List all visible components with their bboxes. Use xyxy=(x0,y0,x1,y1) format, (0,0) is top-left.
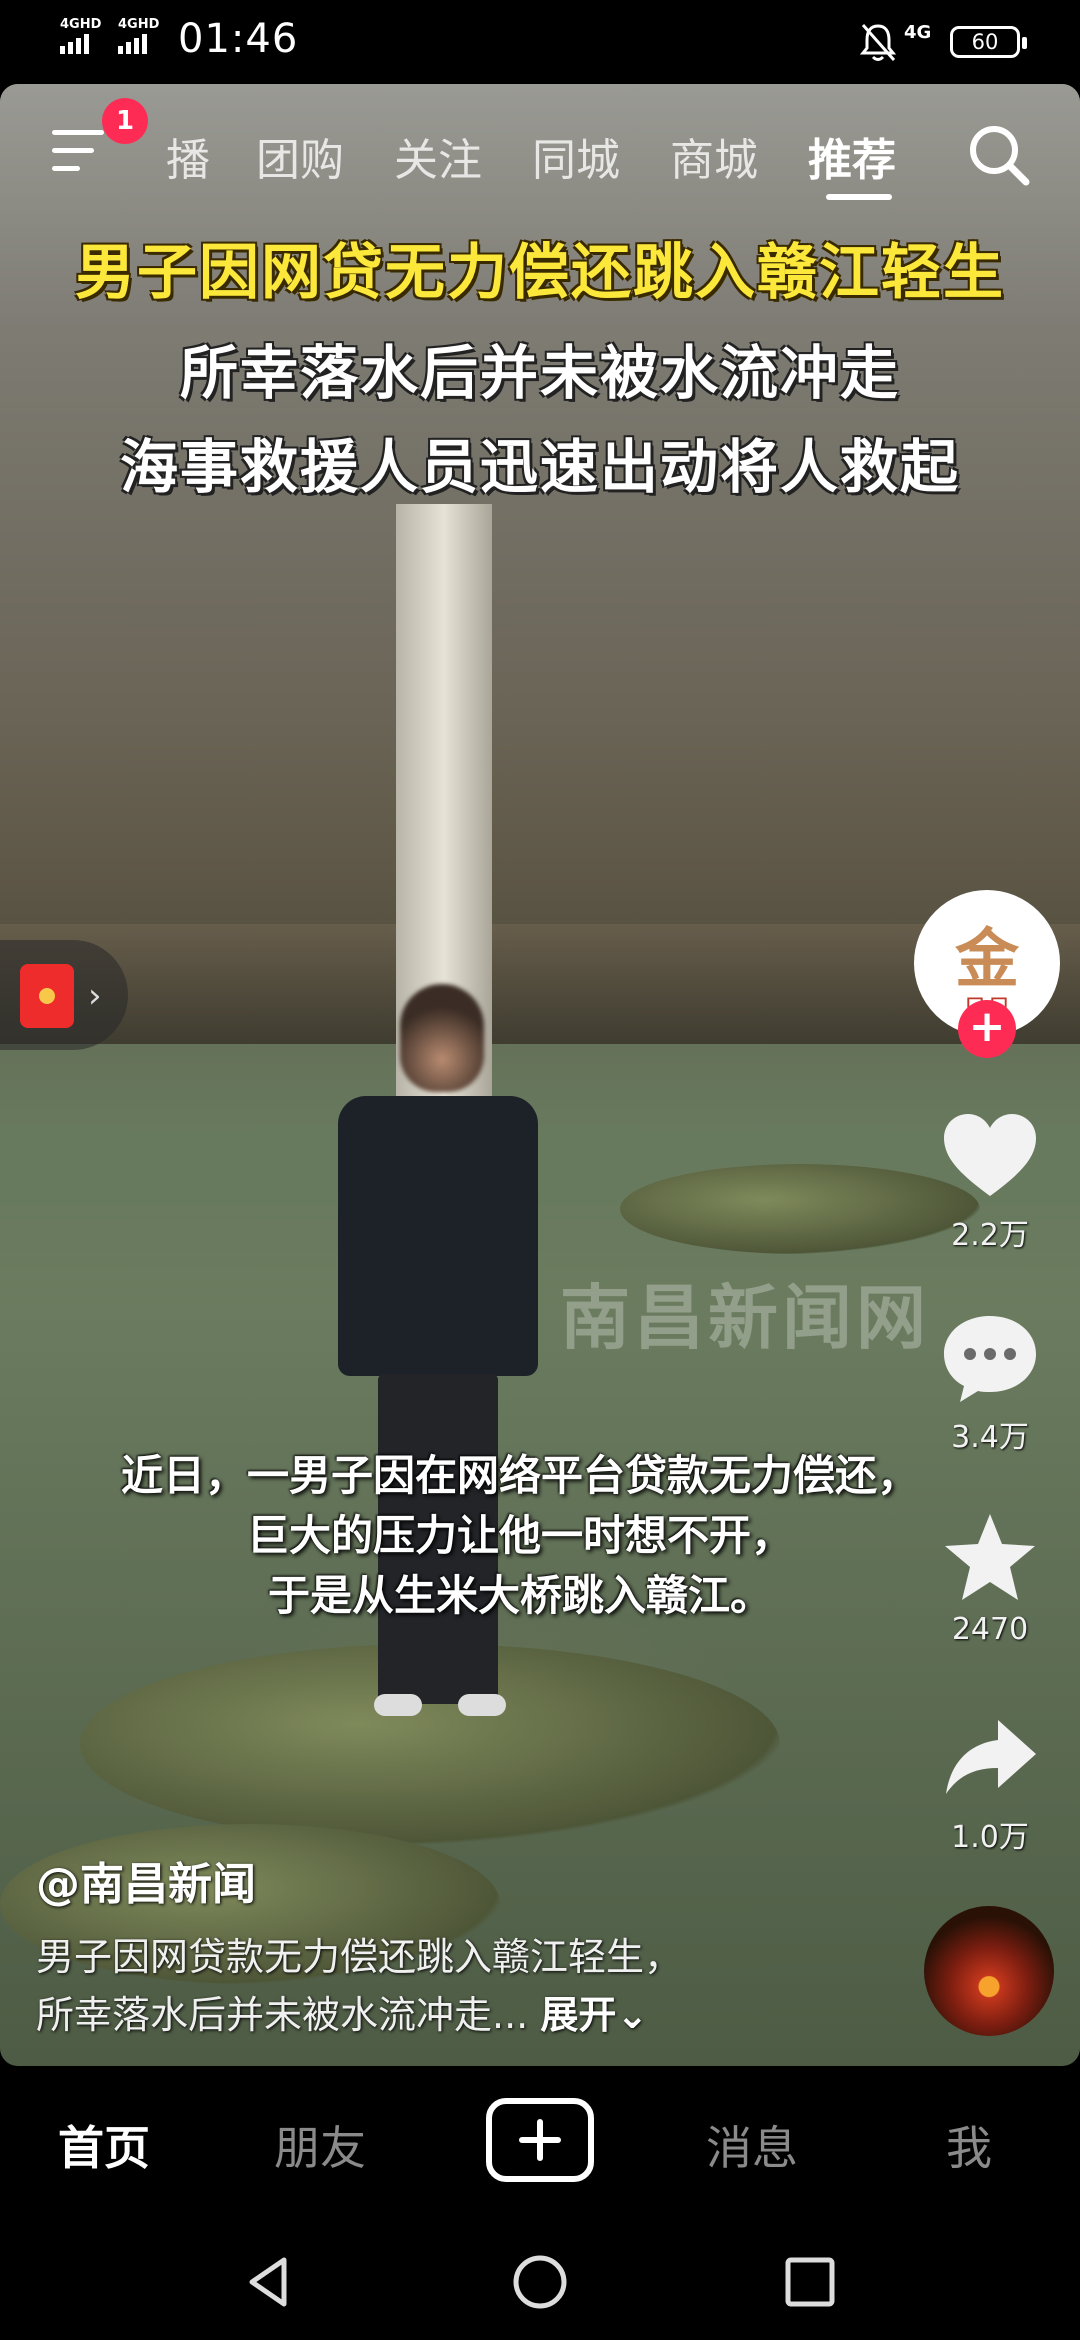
expand-label: 展开 xyxy=(540,1993,617,2037)
headline-line3: 海事救援人员迅速出动将人救起 xyxy=(119,433,960,501)
share-count: 1.0万 xyxy=(951,1820,1029,1855)
search-icon[interactable] xyxy=(964,120,1034,190)
create-plus-button[interactable] xyxy=(486,2098,594,2182)
video-watermark: 南昌新闻网 xyxy=(560,1277,930,1359)
system-navigation-bar xyxy=(0,2222,1080,2340)
author-logo: ⾦ xyxy=(955,923,1019,997)
notification-badge: 1 xyxy=(102,98,148,144)
active-tab-indicator xyxy=(826,194,892,200)
headline-line2: 所幸落水后并未被水流冲走 xyxy=(179,339,900,407)
subtitle-line-1: 近日，一男子因在网络平台贷款无力偿还， xyxy=(120,1451,919,1500)
tab-recommended[interactable]: 推荐 xyxy=(808,124,896,188)
follow-button[interactable]: + xyxy=(958,1000,1016,1058)
back-triangle-icon[interactable] xyxy=(240,2252,300,2312)
tab-live[interactable]: 播 xyxy=(166,124,210,188)
chevron-down-icon: ⌄ xyxy=(616,1993,649,2037)
like-count: 2.2万 xyxy=(951,1218,1029,1253)
author-name[interactable]: @南昌新闻 xyxy=(36,1848,256,1912)
subtitle-line-2: 巨大的压力让他一时想不开， xyxy=(246,1511,793,1560)
favorite-count: 2470 xyxy=(951,1612,1029,1647)
battery-level: 60 xyxy=(971,30,999,54)
network-type: 4G xyxy=(904,22,931,43)
comment-button[interactable]: 3.4万 xyxy=(930,1310,1050,1456)
share-button[interactable]: 1.0万 xyxy=(930,1710,1050,1856)
signal-indicator-1: 4GHD xyxy=(60,18,101,54)
signal-indicator-2: 4GHD xyxy=(118,18,159,54)
comment-count: 3.4万 xyxy=(951,1420,1029,1455)
subtitle-line-3: 于是从生米大桥跳入赣江。 xyxy=(267,1571,772,1620)
tab-nearby[interactable]: 同城 xyxy=(532,124,620,188)
clock: 01:46 xyxy=(178,16,299,62)
video-subject-person xyxy=(330,984,540,1774)
signal-label: 4GHD xyxy=(60,17,102,32)
home-circle-icon[interactable] xyxy=(510,2252,570,2312)
chevron-right-icon: › xyxy=(88,976,102,1016)
star-icon xyxy=(945,1514,1035,1600)
bottom-nav-bar: 首页 朋友 消息 我 xyxy=(0,2066,1080,2222)
video-description: 男子因网贷款无力偿还跳入赣江轻生， 所幸落水后并未被水流冲走... 展开⌄ xyxy=(36,1928,916,2044)
nav-friends[interactable]: 朋友 xyxy=(274,2112,366,2178)
red-envelope-icon xyxy=(20,964,74,1028)
tab-following[interactable]: 关注 xyxy=(394,124,482,188)
headline-yellow: 男子因网贷无力偿还跳入赣江轻生 xyxy=(75,238,1005,308)
nav-me[interactable]: 我 xyxy=(946,2112,992,2178)
like-button[interactable]: 2.2万 xyxy=(930,1108,1050,1254)
description-line-2: 所幸落水后并未被水流冲走... 展开⌄ xyxy=(36,1986,916,2044)
description-line-2-text: 所幸落水后并未被水流冲走... xyxy=(36,1993,529,2037)
recents-square-icon[interactable] xyxy=(780,2252,840,2312)
mute-bell-icon xyxy=(859,24,897,61)
menu-icon xyxy=(52,130,104,135)
network-label: 4G xyxy=(904,22,932,43)
share-arrow-icon xyxy=(946,1720,1036,1794)
description-line-1: 男子因网贷款无力偿还跳入赣江轻生， xyxy=(36,1935,683,1979)
status-bar: 4GHD 4GHD 01:46 4G 60 xyxy=(0,0,1080,84)
comment-icon xyxy=(944,1316,1036,1402)
nav-home[interactable]: 首页 xyxy=(58,2112,150,2178)
battery-icon: 60 xyxy=(950,26,1027,58)
heart-icon xyxy=(944,1114,1036,1196)
signal-label: 4GHD xyxy=(118,17,160,32)
tab-group-buy[interactable]: 团购 xyxy=(256,124,344,188)
menu-button[interactable] xyxy=(52,128,108,176)
tab-mall[interactable]: 商城 xyxy=(670,124,758,188)
red-packet-widget[interactable]: › xyxy=(0,940,128,1050)
top-tab-bar: 1 播 团购 关注 同城 商城 推荐 xyxy=(0,84,1080,214)
rock xyxy=(620,1164,980,1254)
nav-messages[interactable]: 消息 xyxy=(706,2112,798,2178)
expand-button[interactable]: 展开⌄ xyxy=(540,1993,648,2037)
favorite-button[interactable]: 2470 xyxy=(930,1510,1050,1647)
music-disc[interactable] xyxy=(924,1906,1054,2036)
